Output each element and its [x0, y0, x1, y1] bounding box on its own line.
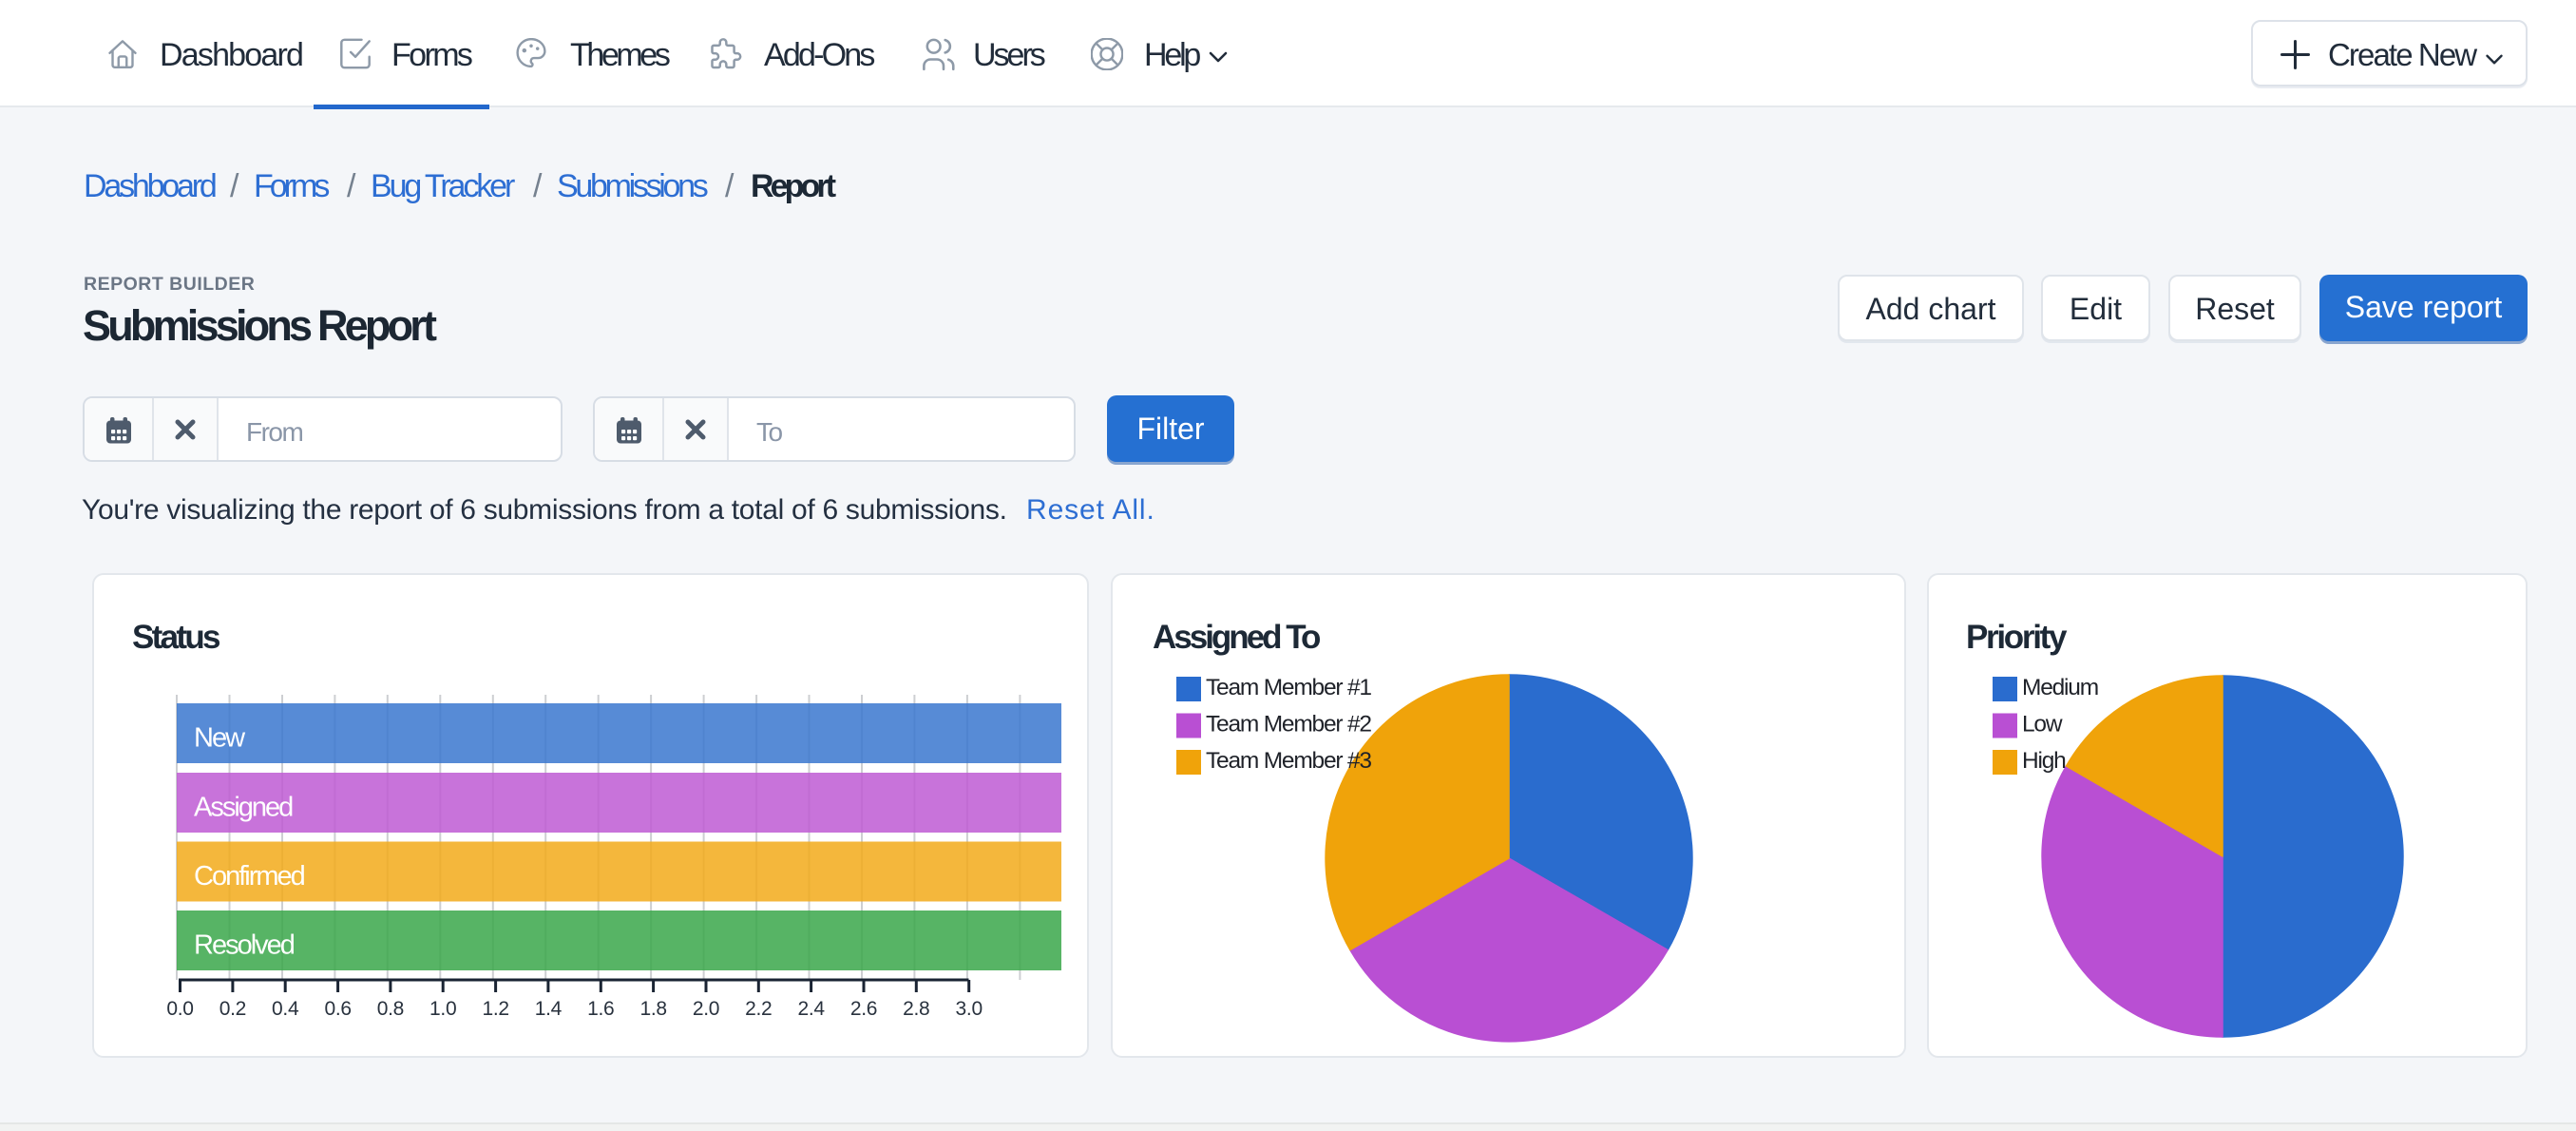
svg-text:0.0: 0.0 [166, 998, 193, 1020]
svg-text:2.8: 2.8 [903, 998, 929, 1020]
svg-text:Resolved: Resolved [194, 930, 295, 961]
svg-text:0.6: 0.6 [324, 998, 351, 1020]
svg-text:Confirmed: Confirmed [194, 861, 305, 891]
svg-text:1.4: 1.4 [535, 998, 563, 1020]
svg-text:0.8: 0.8 [377, 998, 404, 1020]
svg-text:Assigned: Assigned [194, 793, 293, 823]
svg-text:1.8: 1.8 [639, 998, 666, 1020]
svg-text:1.6: 1.6 [587, 998, 614, 1020]
svg-text:2.2: 2.2 [745, 998, 772, 1020]
svg-text:3.0: 3.0 [956, 998, 983, 1020]
svg-text:Team Member #2: Team Member #2 [1206, 712, 1371, 738]
svg-text:Team Member #3: Team Member #3 [1206, 748, 1371, 774]
svg-text:1.2: 1.2 [482, 998, 508, 1020]
svg-text:Medium: Medium [2022, 675, 2098, 700]
svg-text:High: High [2022, 748, 2066, 774]
svg-text:2.6: 2.6 [850, 998, 877, 1020]
svg-text:0.4: 0.4 [272, 998, 299, 1020]
svg-text:2.4: 2.4 [797, 998, 825, 1020]
svg-text:2.0: 2.0 [693, 998, 719, 1020]
svg-text:Team Member #1: Team Member #1 [1206, 675, 1371, 700]
svg-text:New: New [194, 723, 246, 754]
svg-text:Low: Low [2022, 712, 2063, 738]
svg-text:1.0: 1.0 [429, 998, 456, 1020]
svg-text:0.2: 0.2 [219, 998, 246, 1020]
